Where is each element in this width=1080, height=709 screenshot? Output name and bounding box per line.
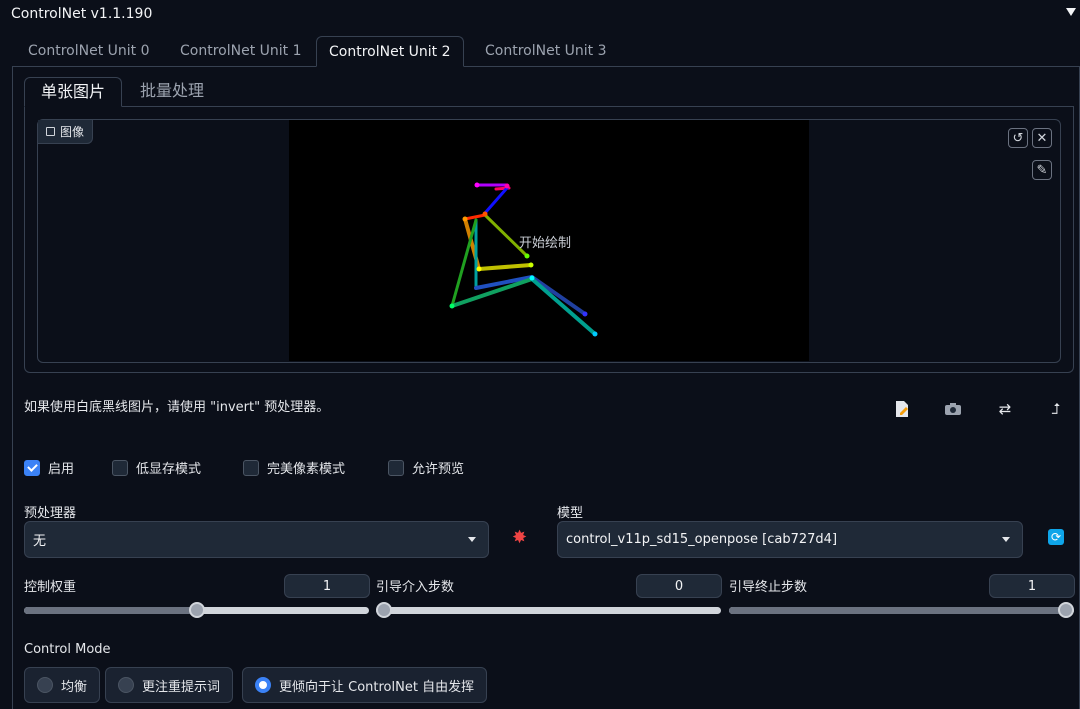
checkbox-pixel-perfect[interactable] <box>243 459 259 476</box>
enable-checkbox[interactable]: 启用 <box>24 458 74 477</box>
image-label-text: 图像 <box>60 124 85 139</box>
enable-label: 启用 <box>48 462 75 477</box>
chevron-down-icon <box>1002 537 1010 542</box>
preprocessor-select[interactable]: 无 <box>24 521 489 558</box>
allow-preview-label: 允许预览 <box>412 462 465 477</box>
low-vram-checkbox[interactable]: 低显存模式 <box>112 458 201 477</box>
tab-controlnet-unit-3[interactable]: ControlNet Unit 3 <box>473 36 619 67</box>
radio-prompt[interactable] <box>118 677 134 693</box>
model-label: 模型 <box>557 506 584 521</box>
weight-label: 控制权重 <box>24 580 77 595</box>
control-mode-label: Control Mode <box>24 642 111 657</box>
checkbox-low-vram[interactable] <box>112 459 128 476</box>
preprocessor-value: 无 <box>33 534 47 549</box>
panel-title[interactable]: ControlNet v1.1.190 <box>11 6 152 22</box>
refresh-models-icon[interactable]: ⟳ <box>1048 529 1064 545</box>
preprocessor-label: 预处理器 <box>24 506 77 521</box>
radio-balanced[interactable] <box>37 677 53 693</box>
end-step-label: 引导终止步数 <box>729 580 808 595</box>
tab-controlnet-unit-1[interactable]: ControlNet Unit 1 <box>168 36 314 67</box>
mode-balanced-label: 均衡 <box>61 679 88 695</box>
weight-input[interactable]: 1 <box>284 574 370 598</box>
invert-hint: 如果使用白底黑线图片，请使用 "invert" 预处理器。 <box>24 400 330 415</box>
checkbox-enable[interactable] <box>24 459 40 476</box>
tab-single-image[interactable]: 单张图片 <box>24 77 123 107</box>
tab-controlnet-unit-0[interactable]: ControlNet Unit 0 <box>16 36 162 67</box>
model-value: control_v11p_sd15_openpose [cab727d4] <box>566 532 838 547</box>
image-label: 图像 <box>38 120 94 144</box>
close-icon[interactable]: ✕ <box>1032 128 1052 148</box>
tab-batch[interactable]: 批量处理 <box>124 77 220 107</box>
start-step-input[interactable]: 0 <box>636 574 722 598</box>
allow-preview-checkbox[interactable]: 允许预览 <box>388 458 464 477</box>
pixel-perfect-label: 完美像素模式 <box>267 462 346 477</box>
mode-prompt[interactable]: 更注重提示词 <box>105 667 234 703</box>
send-icon[interactable]: ⮥ <box>1044 398 1068 420</box>
mode-controlnet[interactable]: 更倾向于让 ControlNet 自由发挥 <box>242 667 488 703</box>
swap-icon[interactable]: ⇄ <box>993 398 1017 420</box>
undo-icon[interactable]: ↺ <box>1008 128 1028 148</box>
image-icon <box>46 127 55 136</box>
start-step-slider[interactable] <box>376 602 721 618</box>
canvas-hint: 开始绘制 <box>519 236 572 251</box>
edit-icon[interactable] <box>890 398 914 420</box>
mode-balanced[interactable]: 均衡 <box>24 667 101 703</box>
run-preprocessor-icon[interactable]: ✸ <box>512 527 527 548</box>
start-step-label: 引导介入步数 <box>376 580 455 595</box>
pixel-perfect-checkbox[interactable]: 完美像素模式 <box>243 458 345 477</box>
tab-controlnet-unit-2[interactable]: ControlNet Unit 2 <box>316 36 464 67</box>
pose-canvas[interactable]: 开始绘制 <box>289 120 809 361</box>
mode-prompt-label: 更注重提示词 <box>142 679 221 695</box>
mode-controlnet-label: 更倾向于让 ControlNet 自由发挥 <box>279 679 475 695</box>
end-step-input[interactable]: 1 <box>989 574 1075 598</box>
end-step-slider[interactable] <box>729 602 1074 618</box>
collapse-icon[interactable] <box>1066 8 1076 16</box>
radio-controlnet[interactable] <box>255 677 271 693</box>
low-vram-label: 低显存模式 <box>136 462 202 477</box>
chevron-down-icon <box>468 537 476 542</box>
brush-icon[interactable]: ✎ <box>1032 160 1052 180</box>
checkbox-allow-preview[interactable] <box>388 459 404 476</box>
camera-icon[interactable] <box>941 398 965 420</box>
weight-slider[interactable] <box>24 602 369 618</box>
model-select[interactable]: control_v11p_sd15_openpose [cab727d4] <box>557 521 1023 558</box>
